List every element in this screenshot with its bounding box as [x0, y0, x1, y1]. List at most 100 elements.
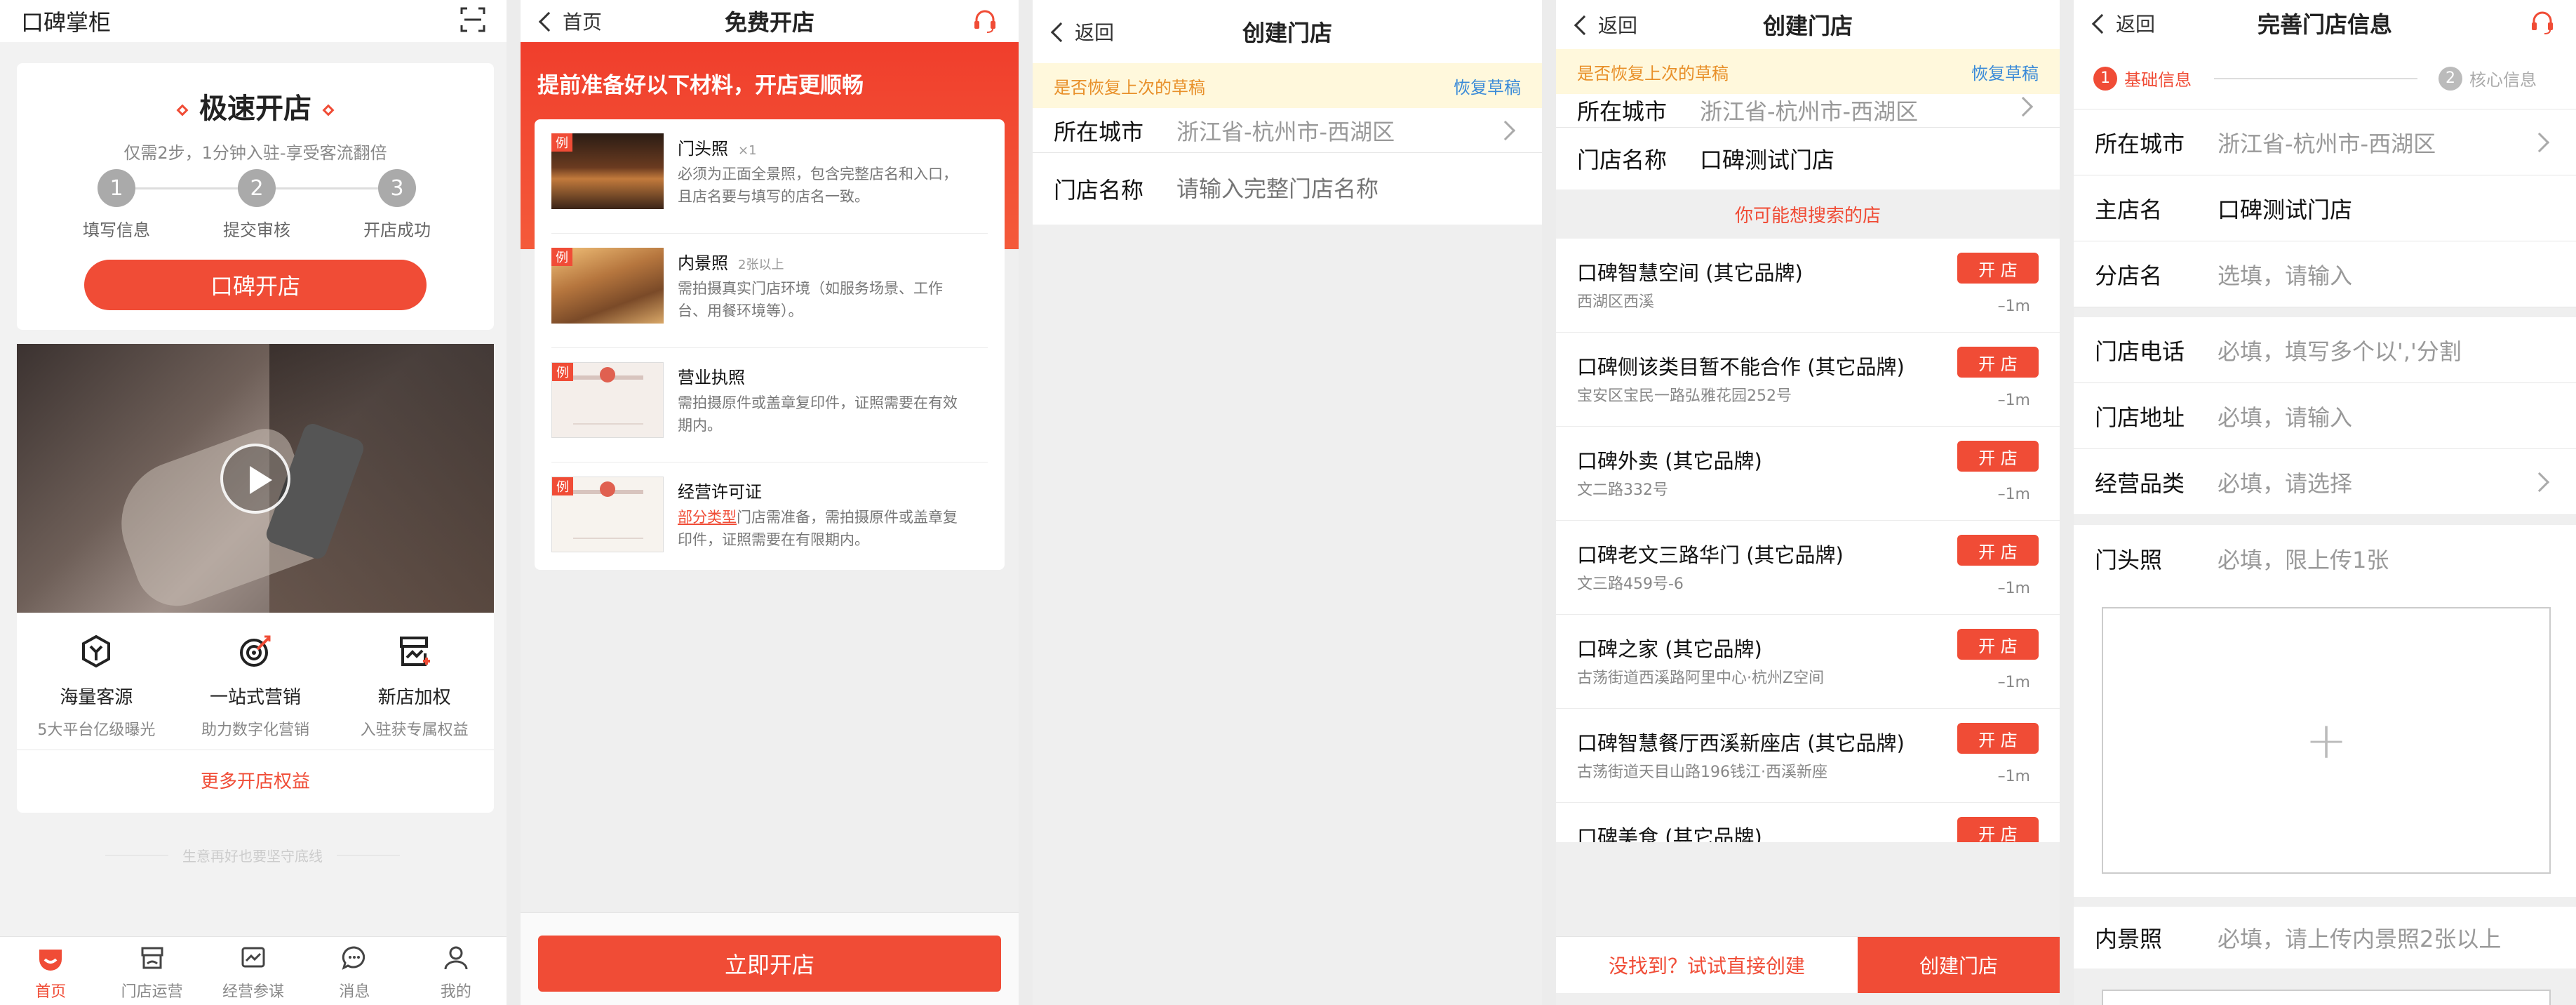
tab-label: 消息: [339, 983, 370, 1001]
back-button[interactable]: 返回: [2091, 0, 2156, 46]
open-store-button[interactable]: 开 店: [1957, 253, 2039, 284]
material-title: 营业执照: [678, 364, 745, 388]
tab-item[interactable]: 首页: [0, 937, 101, 1005]
store-result-row[interactable]: 口碑美食 (其它品牌) 开 店: [1556, 803, 2060, 842]
interior-photo-hint: 必填，请上传内景照2张以上: [2218, 926, 2502, 952]
progress-step: 2 核心信息: [2439, 66, 2542, 91]
tab-item[interactable]: 门店运营: [101, 937, 202, 1005]
open-store-button[interactable]: 开 店: [1957, 535, 2039, 566]
hero-card: 极速开店 仅需2步，1分钟入驻-享受客流翻倍 1 填写信息 2 提交审核 3 开店成功 口…: [17, 63, 494, 330]
material-desc-line: 且店名要与填写的店名一致。: [678, 185, 986, 208]
material-tag: ×1: [738, 143, 757, 158]
open-store-button[interactable]: 开 店: [1957, 441, 2039, 472]
chevron-left-icon: [1574, 15, 1595, 36]
store-result-row[interactable]: 口碑老文三路华门 (其它品牌) 文三路459号-6 开 店 –1m: [1556, 521, 2060, 615]
tab-item[interactable]: 消息: [304, 937, 405, 1005]
store-result-address: 宝安区宝民一路弘雅花园252号: [1577, 387, 1792, 405]
form-row-label: 分店名: [2095, 262, 2163, 289]
scan-icon[interactable]: [460, 7, 485, 35]
back-label: 返回: [1598, 14, 1638, 37]
open-store-button[interactable]: 开 店: [1957, 723, 2039, 754]
store-name-value: 口碑测试门店: [1700, 147, 1835, 173]
customer-service-icon[interactable]: [972, 8, 998, 39]
feature-item[interactable]: 新店加权 入驻获专属权益: [335, 613, 494, 750]
page-title: 免费开店: [724, 9, 814, 36]
store-result-name: 口碑智慧餐厅西溪新座店 (其它品牌): [1577, 731, 1905, 755]
form-row[interactable]: 经营品类 必填，请选择: [2074, 449, 2576, 515]
document-icon: [573, 375, 643, 425]
open-store-button[interactable]: 开 店: [1957, 347, 2039, 378]
form-row-label: 经营品类: [2095, 470, 2185, 497]
form-row[interactable]: 门店电话 必填，填写多个以','分割: [2074, 317, 2576, 383]
open-store-button[interactable]: 开 店: [1957, 817, 2039, 842]
promo-video[interactable]: [17, 344, 494, 613]
city-row[interactable]: 所在城市 浙江省-杭州市-西湖区: [1033, 108, 1542, 153]
document-icon: [573, 490, 643, 539]
page-title: 创建门店: [1242, 20, 1332, 46]
restore-draft-link[interactable]: 恢复草稿: [1971, 60, 2039, 84]
back-button[interactable]: 首页: [538, 0, 602, 42]
tab-item[interactable]: 我的: [405, 937, 507, 1005]
store-result-row[interactable]: 口碑外卖 (其它品牌) 文二路332号 开 店 –1m: [1556, 427, 2060, 521]
draft-banner: 是否恢复上次的草稿 恢复草稿: [1556, 49, 2060, 94]
material-item[interactable]: 例 内景照 2张以上 需拍摄真实门店环境（如服务场景、工作 台、用餐环境等）。: [551, 234, 988, 348]
back-button[interactable]: 返回: [1050, 0, 1114, 63]
open-store-button[interactable]: 开 店: [1957, 629, 2039, 660]
city-value: 浙江省-杭州市-西湖区: [1700, 98, 1919, 125]
interior-photo-upload[interactable]: [2102, 990, 2551, 1005]
more-benefits-link[interactable]: 更多开店权益: [17, 767, 494, 793]
store-result-row[interactable]: 口碑之家 (其它品牌) 古荡街道西溪路阿里中心·杭州Z空间 开 店 –1m: [1556, 615, 2060, 709]
material-title-text: 经营许可证: [678, 482, 762, 502]
store-result-row[interactable]: 口碑智慧餐厅西溪新座店 (其它品牌) 古荡街道天目山路196钱江·西溪新座 开 店 –…: [1556, 709, 2060, 803]
store-result-row[interactable]: 口碑侧该类目暂不能合作 (其它品牌) 宝安区宝民一路弘雅花园252号 开 店 –1m: [1556, 333, 2060, 427]
target-icon: [176, 634, 335, 673]
city-row[interactable]: 所在城市 浙江省-杭州市-西湖区: [1556, 94, 2060, 128]
start-open-button[interactable]: 立即开店: [538, 936, 1001, 992]
door-photo-upload[interactable]: +: [2102, 607, 2551, 874]
restore-draft-link[interactable]: 恢复草稿: [1454, 74, 1521, 98]
material-desc-text: 台、用餐环境等）。: [678, 302, 803, 319]
tab-bar: 首页 门店运营 经营参谋 消息 我的: [0, 936, 507, 1005]
store-name-input[interactable]: [1176, 175, 1506, 202]
feature-item[interactable]: 一站式营销 助力数字化营销: [176, 613, 335, 750]
chevron-right-icon: [2529, 472, 2550, 492]
feature-item[interactable]: 海量客源 5大平台亿级曝光: [17, 613, 176, 750]
store-name-row[interactable]: 门店名称 口碑测试门店: [1556, 128, 2060, 189]
feature-title: 新店加权: [377, 687, 451, 708]
store-result-row[interactable]: 口碑智慧空间 (其它品牌) 西湖区西溪 开 店 –1m: [1556, 239, 2060, 333]
partial-types-link[interactable]: 部分类型: [678, 509, 737, 526]
form-row-label: 门店地址: [2095, 404, 2185, 431]
form-row[interactable]: 分店名 选填，请输入: [2074, 241, 2576, 307]
open-store-button[interactable]: 口碑开店: [84, 260, 427, 310]
tab-label: 门店运营: [121, 983, 183, 1001]
material-title: 门头照 ×1: [678, 135, 757, 159]
form-row[interactable]: 门店地址 必填，请输入: [2074, 383, 2576, 449]
chevron-left-icon: [2091, 13, 2112, 34]
nav-bar: 首页 免费开店: [521, 0, 1019, 42]
store-result-name: 口碑美食 (其它品牌): [1577, 825, 1762, 842]
store-result-address: 文三路459号-6: [1577, 575, 1684, 593]
material-item[interactable]: 例 经营许可证 部分类型门店需准备，需拍摄原件或盖章复 印件，证照需要在有限期内。: [551, 462, 988, 577]
chart-icon: [203, 944, 304, 975]
back-label: 返回: [2116, 13, 2156, 36]
step-circle: 1: [98, 169, 135, 207]
feature-title: 海量客源: [60, 687, 133, 708]
customer-service-icon[interactable]: [2530, 10, 2555, 41]
bottom-bar: 没找到？试试直接创建 创建门店: [1556, 936, 2060, 993]
create-store-button[interactable]: 创建门店: [1858, 937, 2060, 993]
play-icon[interactable]: [220, 444, 290, 514]
material-desc: 部分类型门店需准备，需拍摄原件或盖章复 印件，证照需要在有限期内。: [678, 506, 986, 551]
tab-item[interactable]: 经营参谋: [203, 937, 304, 1005]
create-directly-button[interactable]: 没找到？试试直接创建: [1556, 937, 1858, 993]
banner-text: 提前准备好以下材料，开店更顺畅: [537, 73, 864, 98]
store-name-row: 门店名称: [1033, 153, 1542, 225]
back-button[interactable]: 返回: [1574, 0, 1638, 49]
feature-title: 一站式营销: [210, 687, 302, 708]
form-row[interactable]: 主店名 口碑测试门店: [2074, 175, 2576, 241]
screen-free-open: 首页 免费开店 提前准备好以下材料，开店更顺畅 例 门头照 ×1 必须为正面全景照，包…: [521, 0, 1019, 1005]
store-plus-icon: [335, 634, 494, 673]
material-item[interactable]: 例 营业执照 需拍摄原件或盖章复印件，证照需要在有效 期内。: [551, 348, 988, 462]
contact-fields: 门店电话 必填，填写多个以','分割 门店地址 必填，请输入 经营品类 必填，请选择: [2074, 317, 2576, 515]
material-item[interactable]: 例 门头照 ×1 必须为正面全景照，包含完整店名和入口， 且店名要与填写的店名一致。: [551, 119, 988, 234]
form-row[interactable]: 所在城市 浙江省-杭州市-西湖区: [2074, 109, 2576, 175]
